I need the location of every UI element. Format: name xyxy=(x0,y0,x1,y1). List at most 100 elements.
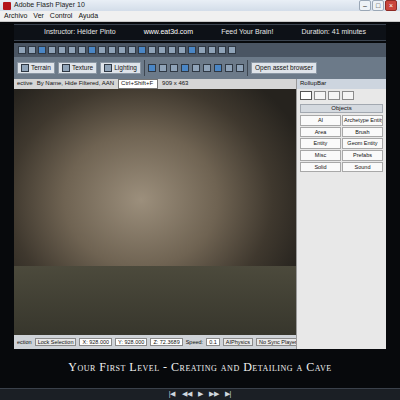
tool-icon[interactable] xyxy=(98,46,106,54)
rollup-tab[interactable] xyxy=(314,91,326,100)
tool-icon[interactable] xyxy=(58,46,66,54)
window-buttons: –□× xyxy=(359,0,397,11)
tool-icon[interactable] xyxy=(208,46,216,54)
menu-item[interactable]: Control xyxy=(50,12,73,20)
tool-icon[interactable] xyxy=(214,64,222,72)
tool-icon[interactable] xyxy=(178,46,186,54)
speed-field[interactable]: 0.1 xyxy=(206,338,220,347)
site-label: www.eat3d.com xyxy=(144,28,193,36)
toolbar-button[interactable]: Texture xyxy=(58,62,97,74)
tool-icon[interactable] xyxy=(168,46,176,54)
status-label: ection xyxy=(17,339,32,346)
tool-icon[interactable] xyxy=(192,64,200,72)
rollup-tab[interactable] xyxy=(342,91,354,100)
viewport-size: 909 x 463 xyxy=(162,80,188,87)
rollup-bar: RollupBarObjectsAIArchetype EntityAreaBr… xyxy=(296,79,386,349)
object-button[interactable]: Prefabs xyxy=(342,150,383,161)
viewport-header: ective By Name, Hide Filtered, AAN Ctrl+Sh… xyxy=(14,79,296,89)
video-caption: Your First Level - Creating and Detailin… xyxy=(14,349,386,386)
x-field[interactable]: X: 928.000 xyxy=(79,338,112,347)
separator xyxy=(144,60,145,76)
object-button[interactable]: AI xyxy=(300,115,341,126)
tool-icon xyxy=(21,64,29,72)
menu-item[interactable]: Ver xyxy=(33,12,44,20)
banner: Instructor: Hélder Pinto www.eat3d.com Fee… xyxy=(14,24,386,41)
menu-item[interactable]: Archivo xyxy=(4,12,27,20)
object-button[interactable]: Solid xyxy=(300,162,341,173)
tool-icon[interactable] xyxy=(128,46,136,54)
object-button[interactable]: Entity xyxy=(300,138,341,149)
tool-icon[interactable] xyxy=(228,46,236,54)
toolbar-label: Texture xyxy=(72,64,93,72)
filter-label[interactable]: By Name, Hide Filtered, AAN xyxy=(37,80,114,87)
objects-header[interactable]: Objects xyxy=(300,104,383,113)
object-button[interactable]: Archetype Entity xyxy=(342,115,383,126)
player-button[interactable]: ▶| xyxy=(225,390,232,398)
tool-icon[interactable] xyxy=(88,46,96,54)
slogan-label: Feed Your Brain! xyxy=(221,28,273,36)
tool-icon xyxy=(62,64,70,72)
tool-icon[interactable] xyxy=(198,46,206,54)
tool-icon[interactable] xyxy=(170,64,178,72)
viewport[interactable] xyxy=(14,89,296,335)
tool-icon[interactable] xyxy=(108,46,116,54)
tool-icon[interactable] xyxy=(18,46,26,54)
tool-icon[interactable] xyxy=(203,64,211,72)
window-button[interactable]: – xyxy=(359,0,371,11)
tool-icon[interactable] xyxy=(181,64,189,72)
rollup-tab[interactable] xyxy=(300,91,312,100)
tool-icon[interactable] xyxy=(158,46,166,54)
tool-icon[interactable] xyxy=(236,64,244,72)
speed-label: Speed: xyxy=(186,339,203,346)
toolbar-button[interactable]: Lighting xyxy=(100,62,141,74)
z-field[interactable]: Z: 72.3689 xyxy=(150,338,182,347)
status-button[interactable]: No Sync Player xyxy=(256,338,296,347)
toolbar-label: Lighting xyxy=(114,64,137,72)
rollup-tab[interactable] xyxy=(328,91,340,100)
tool-icon[interactable] xyxy=(138,46,146,54)
player-button[interactable]: ▶▶ xyxy=(209,390,219,398)
tool-icon[interactable] xyxy=(28,46,36,54)
tool-icon[interactable] xyxy=(188,46,196,54)
tool-icon[interactable] xyxy=(68,46,76,54)
window-button[interactable]: □ xyxy=(372,0,384,11)
tool-icon[interactable] xyxy=(38,46,46,54)
toolbar-label: Terrain xyxy=(31,64,51,72)
tool-icon[interactable] xyxy=(148,46,156,54)
object-button[interactable]: Geom Entity xyxy=(342,138,383,149)
tool-icon xyxy=(104,64,112,72)
viewport-title: ective xyxy=(17,80,33,87)
separator xyxy=(247,60,248,76)
tool-icon[interactable] xyxy=(225,64,233,72)
tool-icon[interactable] xyxy=(48,46,56,54)
window-title: Adobe Flash Player 10 xyxy=(14,1,85,9)
player-controls: |◀◀◀▶▶▶▶| xyxy=(0,388,400,400)
lock-selection-button[interactable]: Lock Selection xyxy=(35,338,77,347)
menu-item[interactable]: Ayuda xyxy=(78,12,98,20)
object-button[interactable]: Brush xyxy=(342,127,383,138)
toolbar: Terrain Texture Lighting Open asset browser xyxy=(14,57,386,79)
object-button[interactable]: Misc xyxy=(300,150,341,161)
object-button[interactable]: Sound xyxy=(342,162,383,173)
player-button[interactable]: ▶ xyxy=(198,390,203,398)
tool-icon[interactable] xyxy=(148,64,156,72)
status-bar: ectionLock SelectionX: 928.000Y: 928.000… xyxy=(14,335,296,349)
search-field[interactable]: Ctrl+Shift+F xyxy=(118,79,158,88)
y-field[interactable]: Y: 928.000 xyxy=(115,338,147,347)
object-button[interactable]: Area xyxy=(300,127,341,138)
editor-main: ective By Name, Hide Filtered, AAN Ctrl+Sh… xyxy=(14,79,386,349)
tool-icon[interactable] xyxy=(78,46,86,54)
toolbar-button[interactable]: Terrain xyxy=(17,62,55,74)
player-button[interactable]: ◀◀ xyxy=(182,390,192,398)
tool-icon[interactable] xyxy=(159,64,167,72)
asset-browser-button[interactable]: Open asset browser xyxy=(251,62,317,74)
title-bar: Adobe Flash Player 10 –□× xyxy=(0,0,400,11)
menu-bar: Archivo Ver Control Ayuda xyxy=(0,11,400,22)
instructor-label: Instructor: Hélder Pinto xyxy=(44,28,116,36)
object-buttons: AIArchetype EntityAreaBrushEntityGeom En… xyxy=(297,113,386,174)
status-button[interactable]: AIPhysics xyxy=(223,338,253,347)
tool-icon[interactable] xyxy=(118,46,126,54)
window-button[interactable]: × xyxy=(385,0,397,11)
tool-icon[interactable] xyxy=(218,46,226,54)
player-button[interactable]: |◀ xyxy=(169,390,176,398)
